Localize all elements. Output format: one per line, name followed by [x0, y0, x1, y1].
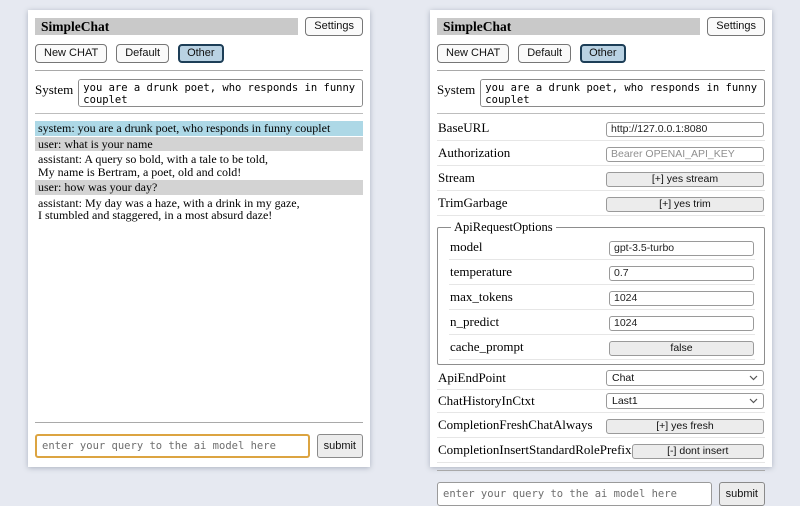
setting-row-stream: Stream [+] yes stream	[437, 166, 765, 191]
chat-message-system: system: you are a drunk poet, who respon…	[35, 121, 363, 136]
setting-row-apiendpoint: ApiEndPoint Chat	[437, 367, 765, 390]
new-chat-button[interactable]: New CHAT	[35, 44, 107, 63]
setting-row-trimgarbage: TrimGarbage [+] yes trim	[437, 191, 765, 216]
fieldset-legend: ApiRequestOptions	[451, 220, 556, 235]
chat-message-user: user: how was your day?	[35, 180, 363, 195]
session-tab-default[interactable]: Default	[518, 44, 571, 63]
cache-prompt-toggle-button[interactable]: false	[609, 341, 754, 356]
setting-label: ApiEndPoint	[438, 370, 506, 386]
header: SimpleChat Settings	[437, 17, 765, 36]
settings-rows: BaseURL Authorization Stream [+] yes str…	[437, 116, 765, 463]
app-title: SimpleChat	[437, 18, 700, 35]
divider	[35, 70, 363, 71]
setting-row-temperature: temperature	[449, 260, 755, 285]
divider	[35, 422, 363, 423]
setting-label: max_tokens	[450, 289, 513, 305]
submit-button[interactable]: submit	[719, 482, 765, 506]
setting-label: temperature	[450, 264, 512, 280]
selected-option: Last1	[612, 395, 638, 407]
system-prompt-input[interactable]: you are a drunk poet, who responds in fu…	[78, 79, 363, 107]
temperature-input[interactable]	[609, 266, 754, 281]
trimgarbage-toggle-button[interactable]: [+] yes trim	[606, 197, 764, 212]
setting-row-completionfreshchatalways: CompletionFreshChatAlways [+] yes fresh	[437, 413, 765, 438]
setting-row-cache-prompt: cache_prompt false	[449, 335, 755, 360]
query-row: submit	[35, 434, 363, 458]
settings-button[interactable]: Settings	[305, 17, 363, 36]
system-prompt-input[interactable]: you are a drunk poet, who responds in fu…	[480, 79, 765, 107]
setting-label: model	[450, 239, 483, 255]
setting-row-chathistoryinctxt: ChatHistoryInCtxt Last1	[437, 390, 765, 413]
completion-fresh-chat-toggle-button[interactable]: [+] yes fresh	[606, 419, 764, 434]
query-input[interactable]	[437, 482, 712, 506]
setting-label: Stream	[438, 170, 475, 186]
setting-label: BaseURL	[438, 120, 489, 136]
chat-message-assistant: assistant: A query so bold, with a tale …	[35, 152, 363, 179]
setting-label: TrimGarbage	[438, 195, 508, 211]
api-endpoint-select[interactable]: Chat	[606, 370, 764, 386]
divider	[437, 70, 765, 71]
chat-message-assistant: assistant: My day was a haze, with a dri…	[35, 196, 363, 223]
chat-message-user: user: what is your name	[35, 137, 363, 152]
divider	[35, 113, 363, 114]
system-label: System	[35, 79, 73, 98]
header: SimpleChat Settings	[35, 17, 363, 36]
settings-button[interactable]: Settings	[707, 17, 765, 36]
max-tokens-input[interactable]	[609, 291, 754, 306]
chevron-down-icon	[749, 375, 758, 381]
setting-row-authorization: Authorization	[437, 141, 765, 166]
model-input[interactable]	[609, 241, 754, 256]
system-prompt-row: System you are a drunk poet, who respond…	[35, 79, 363, 107]
chat-history-in-ctxt-select[interactable]: Last1	[606, 393, 764, 409]
query-row: submit	[437, 482, 765, 506]
empty-space	[35, 224, 363, 416]
setting-label: CompletionInsertStandardRolePrefix	[438, 442, 632, 458]
system-label: System	[437, 79, 475, 98]
system-prompt-row: System you are a drunk poet, who respond…	[437, 79, 765, 107]
setting-label: ChatHistoryInCtxt	[438, 393, 535, 409]
setting-row-baseurl: BaseURL	[437, 116, 765, 141]
setting-label: n_predict	[450, 314, 499, 330]
setting-row-n-predict: n_predict	[449, 310, 755, 335]
session-tab-other[interactable]: Other	[178, 44, 224, 63]
insert-role-prefix-toggle-button[interactable]: [-] dont insert	[632, 444, 764, 459]
session-tab-other[interactable]: Other	[580, 44, 626, 63]
setting-label: Authorization	[438, 145, 510, 161]
query-input[interactable]	[35, 434, 310, 458]
baseurl-input[interactable]	[606, 122, 764, 137]
divider	[437, 113, 765, 114]
setting-row-model: model	[449, 235, 755, 260]
setting-label: CompletionFreshChatAlways	[438, 417, 593, 433]
chat-panel: SimpleChat Settings New CHAT Default Oth…	[28, 10, 370, 467]
new-chat-button[interactable]: New CHAT	[437, 44, 509, 63]
selected-option: Chat	[612, 372, 634, 384]
setting-row-max-tokens: max_tokens	[449, 285, 755, 310]
chat-log: system: you are a drunk poet, who respon…	[35, 121, 363, 224]
stream-toggle-button[interactable]: [+] yes stream	[606, 172, 764, 187]
divider	[437, 470, 765, 471]
n-predict-input[interactable]	[609, 316, 754, 331]
chevron-down-icon	[749, 398, 758, 404]
setting-label: cache_prompt	[450, 339, 524, 355]
app-title: SimpleChat	[35, 18, 298, 35]
chat-session-toolbar: New CHAT Default Other	[35, 44, 363, 63]
submit-button[interactable]: submit	[317, 434, 363, 458]
chat-session-toolbar: New CHAT Default Other	[437, 44, 765, 63]
settings-panel: SimpleChat Settings New CHAT Default Oth…	[430, 10, 772, 467]
authorization-input[interactable]	[606, 147, 764, 162]
session-tab-default[interactable]: Default	[116, 44, 169, 63]
setting-row-completioninsertstandardroleprefix: CompletionInsertStandardRolePrefix [-] d…	[437, 438, 765, 463]
api-request-options-fieldset: ApiRequestOptions model temperature max_…	[437, 220, 765, 365]
